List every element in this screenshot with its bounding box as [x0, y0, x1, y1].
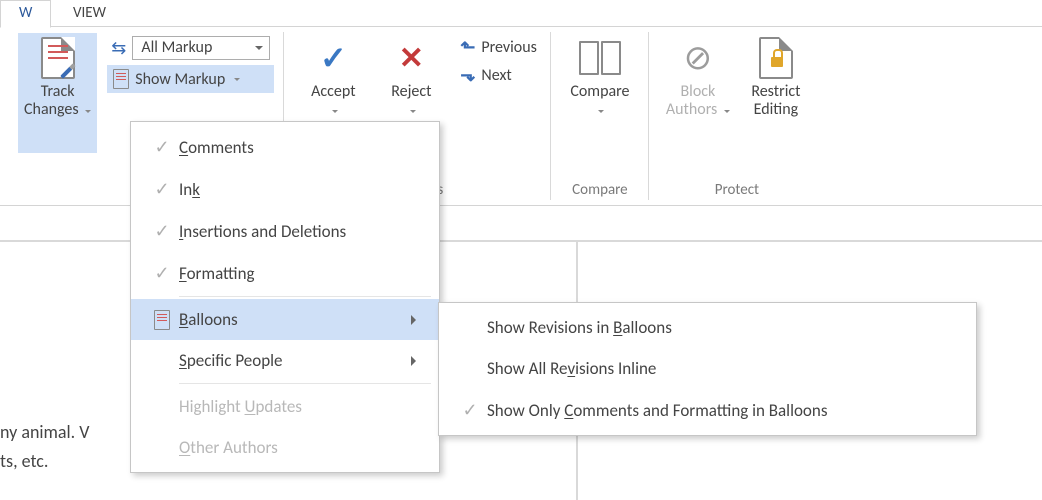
check-icon: ✓ [462, 399, 477, 421]
accept-icon: ✓ [320, 39, 347, 78]
menu-item-balloons[interactable]: Balloons [131, 299, 439, 340]
group-compare: Compare Compare [551, 27, 649, 205]
submenu-show-all-inline[interactable]: Show All Revisions Inline [439, 348, 976, 389]
menu-item-specific-people[interactable]: Specific People [131, 340, 439, 381]
reject-icon: ✕ [399, 40, 424, 77]
submenu-arrow-icon [411, 315, 421, 325]
block-authors-icon: ⊘ [684, 38, 713, 79]
show-markup-dropdown: ✓ Comments ✓ Ink ✓ Insertions and Deleti… [130, 121, 440, 473]
submenu-arrow-icon [411, 356, 421, 366]
previous-icon: ⬑ [460, 36, 475, 58]
restrict-editing-icon [759, 37, 793, 79]
group-protect: ⊘ BlockAuthors RestrictEditing Protect [649, 27, 825, 205]
group-label-compare: Compare [572, 181, 627, 205]
balloons-submenu: Show Revisions in Balloons Show All Revi… [438, 302, 977, 436]
balloons-icon [154, 310, 170, 330]
all-markup-row: ⇆ All Markup [107, 35, 274, 61]
submenu-show-revisions-balloons[interactable]: Show Revisions in Balloons [439, 307, 976, 348]
document-text-fragment: ny animal. V ts, etc. [0, 418, 90, 476]
check-icon: ✓ [154, 220, 169, 242]
menu-separator [179, 383, 431, 384]
compare-button[interactable]: Compare [561, 33, 639, 153]
compare-icon [579, 41, 621, 75]
ribbon-tabs: W VIEW [0, 0, 1042, 27]
previous-change-button[interactable]: ⬑ Previous [456, 35, 541, 59]
tab-view[interactable]: VIEW [55, 1, 124, 27]
check-icon: ✓ [154, 178, 169, 200]
markup-swap-icon: ⇆ [111, 42, 126, 55]
next-icon: ⬎ [460, 64, 475, 86]
group-tracking-partial: TrackChanges [0, 27, 107, 205]
menu-item-highlight-updates: Highlight Updates [131, 386, 439, 427]
menu-item-formatting[interactable]: ✓ Formatting [131, 252, 439, 294]
menu-item-comments[interactable]: ✓ Comments [131, 126, 439, 168]
menu-separator [179, 296, 431, 297]
check-icon: ✓ [154, 262, 169, 284]
menu-item-other-authors: Other Authors [131, 427, 439, 468]
show-markup-icon [113, 69, 129, 89]
show-markup-button[interactable]: Show Markup [107, 65, 274, 93]
group-label-protect: Protect [715, 181, 759, 205]
next-change-button[interactable]: ⬎ Next [456, 63, 541, 87]
tab-review-partial[interactable]: W [0, 0, 51, 28]
track-changes-button[interactable]: TrackChanges [18, 33, 97, 153]
track-changes-icon [41, 37, 75, 79]
restrict-editing-button[interactable]: RestrictEditing [737, 33, 815, 153]
block-authors-button[interactable]: ⊘ BlockAuthors [659, 33, 737, 153]
submenu-show-only-comments[interactable]: ✓ Show Only Comments and Formatting in B… [439, 389, 976, 431]
markup-display-combo[interactable]: All Markup [132, 36, 270, 60]
check-icon: ✓ [154, 136, 169, 158]
menu-item-insertions-deletions[interactable]: ✓ Insertions and Deletions [131, 210, 439, 252]
menu-item-ink[interactable]: ✓ Ink [131, 168, 439, 210]
